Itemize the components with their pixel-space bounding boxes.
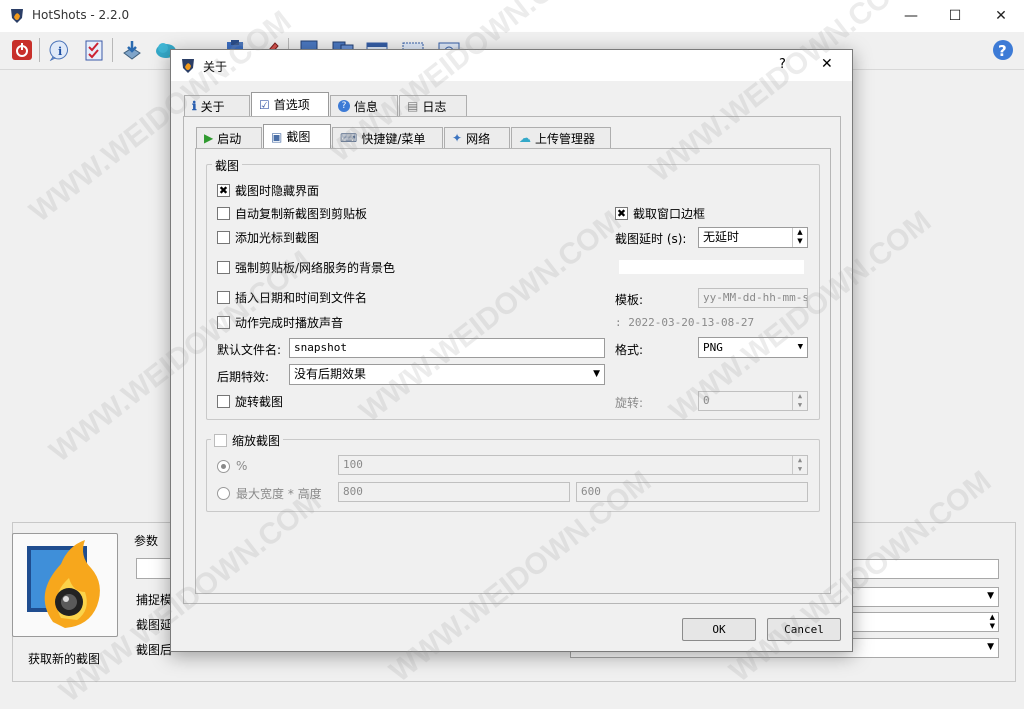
download-icon[interactable] <box>119 37 145 63</box>
background-text-field[interactable] <box>852 559 999 579</box>
cloud-icon: ☁ <box>519 131 531 145</box>
hide-ui-checkbox[interactable]: ✖ 截图时隐藏界面 <box>217 182 319 199</box>
template-label: 模板: <box>615 293 644 307</box>
background-combo[interactable]: ▼ <box>852 587 999 607</box>
post-effect-select[interactable]: 没有后期效果 ▼ <box>289 364 605 385</box>
subtab-upload-manager[interactable]: ☁ 上传管理器 <box>511 127 611 148</box>
post-effect-label: 后期特效: <box>217 370 270 384</box>
checkbox-box <box>217 207 230 220</box>
dropdown-arrow-icon: ▼ <box>593 369 600 379</box>
main-titlebar: HotShots - 2.2.0 — ☐ ✕ <box>0 0 1024 32</box>
app-logo-icon <box>11 9 23 23</box>
template-input[interactable]: yy-MM-dd-hh-mm-ss <box>698 288 808 308</box>
svg-text:i: i <box>58 45 62 58</box>
spin-arrows-icon[interactable]: ▲ ▼ <box>792 392 807 410</box>
checkbox-box <box>217 291 230 304</box>
background-color-swatch[interactable] <box>619 260 804 274</box>
percent-radio[interactable]: % <box>217 459 247 473</box>
network-icon: ✦ <box>452 131 463 145</box>
app-logo-icon <box>182 59 194 73</box>
delay-label: 截图延时 (s): <box>615 232 687 246</box>
checkbox-box <box>217 316 230 329</box>
default-name-input[interactable]: snapshot <box>289 338 605 358</box>
background-spinbox[interactable]: ▲ ▼ <box>852 612 999 632</box>
camera-icon: ▣ <box>271 129 283 144</box>
close-window-button[interactable]: ✕ <box>978 4 1024 28</box>
about-dialog: 关于 ? ✕ ℹ 关于 ☑ 首选项 ? 信息 ▤ 日志 ▶ 启动 ▣ 截图 ⌨ … <box>170 49 853 652</box>
params-row-label: 捕捉模 <box>136 593 173 607</box>
dialog-titlebar: 关于 ? ✕ <box>171 50 852 81</box>
checklist-icon: ☑ <box>259 97 270 112</box>
checkbox-box <box>217 395 230 408</box>
max-width-input[interactable]: 800 <box>338 482 570 502</box>
checkbox-box <box>214 434 227 447</box>
checkbox-box: ✖ <box>217 184 230 197</box>
params-row-label: 截图延 <box>136 618 173 632</box>
format-label: 格式: <box>615 343 644 357</box>
maximize-button[interactable]: ☐ <box>932 4 978 28</box>
cancel-button[interactable]: Cancel <box>767 618 841 641</box>
format-select[interactable]: PNG ▼ <box>698 337 808 358</box>
params-bar <box>136 558 172 579</box>
play-icon: ▶ <box>204 131 214 145</box>
checklist-icon[interactable] <box>81 37 107 63</box>
rotate-angle-spinbox[interactable]: 0 ▲ ▼ <box>698 391 808 411</box>
capture-button-label: 获取新的截图 <box>28 652 101 666</box>
hotshots-logo-icon <box>27 540 100 628</box>
capture-border-checkbox[interactable]: ✖ 截取窗口边框 <box>615 205 705 222</box>
dialog-title: 关于 <box>203 60 228 74</box>
help-icon[interactable]: ? <box>990 37 1016 63</box>
question-icon: ? <box>338 100 350 112</box>
minimize-button[interactable]: — <box>888 4 934 28</box>
max-size-radio[interactable]: 最大宽度 * 高度 <box>217 485 322 502</box>
toolbar-separator <box>39 38 40 62</box>
tab-info[interactable]: ? 信息 <box>330 95 398 116</box>
force-background-checkbox[interactable]: 强制剪贴板/网络服务的背景色 <box>217 259 395 276</box>
tab-log[interactable]: ▤ 日志 <box>399 95 467 116</box>
template-example: : 2022-03-20-13-08-27 <box>615 316 755 329</box>
percent-spinbox[interactable]: 100 ▲ ▼ <box>338 455 808 475</box>
spin-arrows-icon[interactable]: ▲ ▼ <box>792 456 807 474</box>
dropdown-arrow-icon: ▼ <box>797 342 803 352</box>
keyboard-icon: ⌨ <box>340 131 358 145</box>
checkbox-box <box>217 231 230 244</box>
auto-copy-checkbox[interactable]: 自动复制新截图到剪贴板 <box>217 205 367 222</box>
toolbar-separator <box>112 38 113 62</box>
checkbox-box <box>217 261 230 274</box>
subtab-shortcuts[interactable]: ⌨ 快捷键/菜单 <box>332 127 443 148</box>
subtab-screenshot[interactable]: ▣ 截图 <box>263 124 331 148</box>
max-height-input[interactable]: 600 <box>576 482 808 502</box>
subtab-network[interactable]: ✦ 网络 <box>444 127 510 148</box>
scale-checkbox[interactable]: 缩放截图 <box>211 432 284 449</box>
info-icon[interactable]: i <box>47 37 73 63</box>
info-icon: ℹ <box>192 99 197 113</box>
add-cursor-checkbox[interactable]: 添加光标到截图 <box>217 229 319 246</box>
checkbox-box: ✖ <box>615 207 628 220</box>
tab-preferences[interactable]: ☑ 首选项 <box>251 92 329 116</box>
default-name-label: 默认文件名: <box>217 343 282 357</box>
ok-button[interactable]: OK <box>682 618 756 641</box>
close-dialog-button[interactable]: ✕ <box>821 56 833 72</box>
insert-datetime-checkbox[interactable]: 插入日期和时间到文件名 <box>217 289 367 306</box>
spin-arrows-icon[interactable]: ▲ ▼ <box>792 228 807 247</box>
params-row-label: 截图后 <box>136 643 173 657</box>
svg-text:?: ? <box>998 42 1007 60</box>
screenshot-group-legend: 截图 <box>212 157 243 174</box>
play-sound-checkbox[interactable]: 动作完成时播放声音 <box>217 314 343 331</box>
radio-indicator <box>217 487 230 500</box>
rotate-checkbox[interactable]: 旋转截图 <box>217 393 283 410</box>
help-button[interactable]: ? <box>779 57 786 72</box>
window-title: HotShots - 2.2.0 <box>32 8 130 22</box>
tab-about[interactable]: ℹ 关于 <box>184 95 250 116</box>
subtab-startup[interactable]: ▶ 启动 <box>196 127 262 148</box>
document-icon: ▤ <box>407 99 419 113</box>
delay-spinbox[interactable]: 无延时 ▲ ▼ <box>698 227 808 248</box>
power-icon[interactable] <box>9 37 35 63</box>
params-legend: 参数 <box>134 534 159 548</box>
rotate-angle-label: 旋转: <box>615 396 644 410</box>
capture-new-screenshot-button[interactable] <box>12 533 118 637</box>
radio-indicator <box>217 459 230 473</box>
